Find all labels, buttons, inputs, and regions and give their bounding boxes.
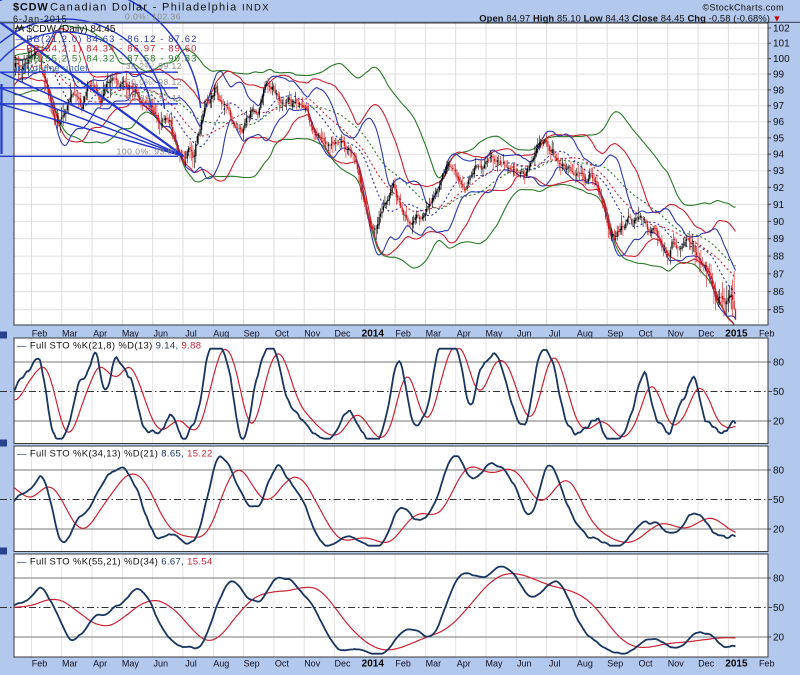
svg-text:80: 80 [773, 466, 785, 477]
svg-text:Aug: Aug [213, 329, 229, 339]
svg-text:2014: 2014 [362, 659, 385, 670]
svg-text:Feb: Feb [395, 659, 411, 669]
svg-text:102: 102 [773, 24, 790, 35]
svg-text:$CDW: $CDW [13, 2, 49, 14]
svg-text:Dec: Dec [334, 329, 351, 339]
svg-text:87: 87 [773, 269, 785, 280]
svg-text:61.8%: 97.11: 61.8%: 97.11 [127, 93, 182, 103]
svg-text:Aug: Aug [213, 659, 229, 669]
svg-text:88: 88 [773, 252, 785, 263]
svg-text:▼: ▼ [773, 13, 782, 23]
svg-text:93: 93 [773, 166, 785, 177]
svg-text:Sep: Sep [244, 659, 260, 669]
svg-text:Feb: Feb [395, 329, 411, 339]
svg-text:50.0%: 98.12: 50.0%: 98.12 [126, 77, 182, 87]
svg-text:Aug: Aug [577, 659, 593, 669]
svg-text:May: May [485, 659, 503, 669]
svg-text:Volume undef: Volume undef [27, 63, 89, 74]
svg-text:Jun: Jun [517, 659, 532, 669]
svg-text:94: 94 [773, 150, 785, 161]
svg-text:50: 50 [773, 495, 785, 506]
svg-text:20: 20 [773, 417, 785, 428]
svg-text:Apr: Apr [93, 329, 107, 339]
svg-text:Apr: Apr [93, 659, 107, 669]
svg-text:Dec: Dec [698, 659, 715, 669]
svg-text:Aug: Aug [577, 329, 593, 339]
svg-text:Oct: Oct [638, 329, 653, 339]
svg-text:80: 80 [773, 574, 785, 585]
svg-text:Feb: Feb [32, 329, 48, 339]
svg-text:100.0%: 93.87: 100.0%: 93.87 [117, 147, 178, 157]
svg-text:— Full STO %K(55,21) %D(34) 6.: — Full STO %K(55,21) %D(34) 6.67, 15.54 [17, 557, 213, 568]
svg-text:May: May [122, 329, 140, 339]
svg-text:Apr: Apr [457, 659, 471, 669]
svg-text:50: 50 [773, 603, 785, 614]
svg-text:Jun: Jun [153, 659, 168, 669]
svg-text:80: 80 [773, 358, 785, 369]
svg-text:Nov: Nov [668, 659, 685, 669]
svg-text:50: 50 [773, 387, 785, 398]
svg-text:Canadian Dollar - Philadelphia: Canadian Dollar - Philadelphia INDX [50, 2, 270, 14]
svg-text:Oct: Oct [275, 329, 290, 339]
svg-text:Dec: Dec [334, 659, 351, 669]
svg-text:Jul: Jul [185, 659, 197, 669]
svg-text:Oct: Oct [275, 659, 290, 669]
svg-text:2015: 2015 [725, 659, 748, 670]
svg-text:Mar: Mar [62, 659, 78, 669]
svg-text:95: 95 [773, 133, 785, 144]
svg-text:Apr: Apr [457, 329, 471, 339]
svg-text:99: 99 [773, 70, 785, 81]
svg-text:91: 91 [773, 200, 785, 211]
svg-text:Mar: Mar [426, 659, 442, 669]
svg-text:89: 89 [773, 234, 785, 245]
svg-text:98: 98 [773, 85, 785, 96]
svg-text:20: 20 [773, 633, 785, 644]
svg-text:Nov: Nov [304, 329, 321, 339]
svg-text:Feb: Feb [759, 329, 775, 339]
svg-text:Jul: Jul [549, 329, 561, 339]
svg-text:— Full STO %K(34,13) %D(21) 8.: — Full STO %K(34,13) %D(21) 8.65, 15.22 [17, 449, 213, 460]
svg-text:Feb: Feb [32, 659, 48, 669]
svg-text:100: 100 [773, 54, 790, 65]
svg-text:Nov: Nov [304, 659, 321, 669]
svg-text:6-Jan-2015: 6-Jan-2015 [13, 14, 68, 24]
svg-text:©StockCharts.com: ©StockCharts.com [702, 3, 784, 13]
svg-text:May: May [122, 659, 140, 669]
svg-text:20: 20 [773, 525, 785, 536]
svg-text:Jun: Jun [517, 329, 532, 339]
svg-text:86: 86 [773, 287, 785, 298]
svg-text:Mar: Mar [426, 329, 442, 339]
svg-text:Feb: Feb [759, 659, 775, 669]
svg-text:85: 85 [773, 305, 785, 316]
svg-text:May: May [485, 329, 503, 339]
svg-text:97: 97 [773, 101, 785, 112]
svg-text:Sep: Sep [244, 329, 260, 339]
svg-text:96: 96 [773, 117, 785, 128]
svg-text:Jun: Jun [153, 329, 168, 339]
svg-text:Sep: Sep [607, 659, 623, 669]
svg-text:Mar: Mar [62, 329, 78, 339]
svg-text:— Full STO %K(21,8) %D(13) 9.1: — Full STO %K(21,8) %D(13) 9.14, 9.88 [17, 341, 201, 352]
svg-text:Oct: Oct [638, 659, 653, 669]
svg-text:Sep: Sep [607, 329, 623, 339]
svg-text:101: 101 [773, 39, 790, 50]
svg-text:Dec: Dec [698, 329, 715, 339]
svg-text:Jul: Jul [185, 329, 197, 339]
svg-text:Nov: Nov [668, 329, 685, 339]
svg-text:92: 92 [773, 183, 785, 194]
svg-text:90: 90 [773, 217, 785, 228]
svg-text:Jul: Jul [549, 659, 561, 669]
svg-text:Open 84.97 High 85.10 Low 84.4: Open 84.97 High 85.10 Low 84.43 Close 84… [479, 13, 770, 24]
